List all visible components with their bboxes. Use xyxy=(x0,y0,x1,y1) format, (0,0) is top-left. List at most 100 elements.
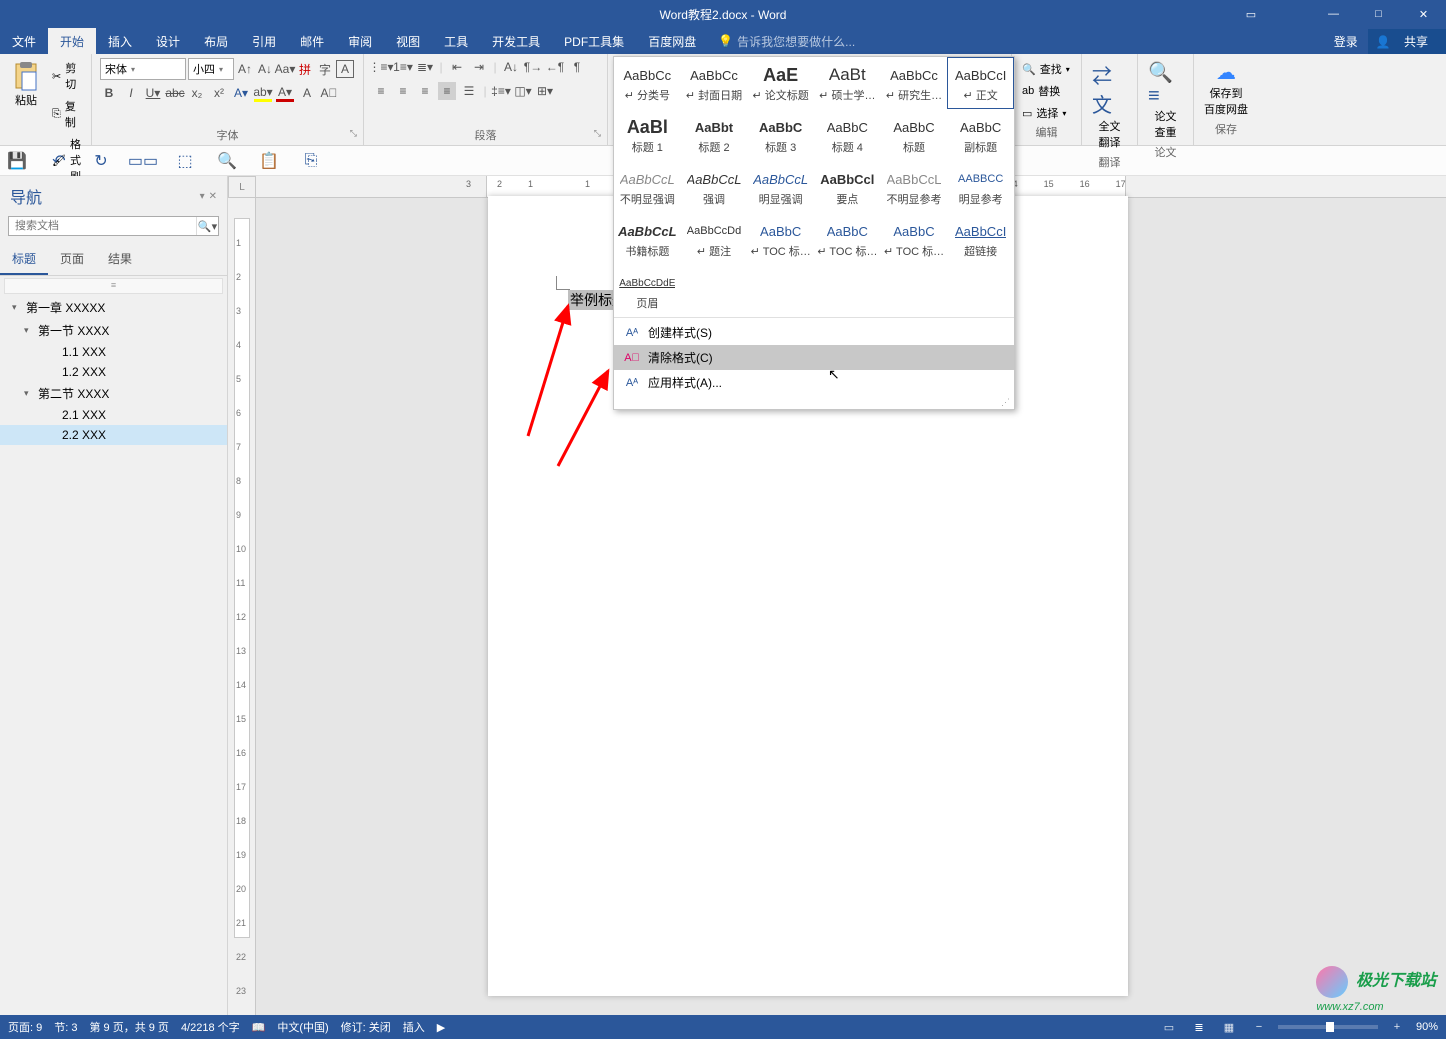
tab-mailings[interactable]: 邮件 xyxy=(288,28,336,54)
font-color-button[interactable]: A▾ xyxy=(276,84,294,102)
zoom-value[interactable]: 90% xyxy=(1416,1021,1438,1033)
increase-indent-button[interactable]: ⇥ xyxy=(470,58,488,76)
style-cell[interactable]: AaBt↵ 硕士学… xyxy=(814,57,881,109)
thesis-button[interactable]: 🔍≡ 论文 查重 xyxy=(1142,56,1189,144)
style-cell[interactable]: AaBbCc↵ 研究生… xyxy=(881,57,948,109)
vertical-ruler[interactable]: 123456789101112131415161718192021222324 xyxy=(228,198,256,1015)
tree-item[interactable]: ▾第一章 XXXXX xyxy=(0,296,227,319)
paragraph-launcher[interactable]: ⤡ xyxy=(594,128,601,139)
style-cell[interactable]: AaBbC↵ TOC 标… xyxy=(881,213,948,265)
view-read-icon[interactable]: ▭ xyxy=(1158,1021,1180,1034)
style-cell[interactable]: AaBbCcl要点 xyxy=(814,161,881,213)
style-cell[interactable]: AaBbCcI超链接 xyxy=(947,213,1014,265)
align-center-button[interactable]: ≡ xyxy=(394,82,412,100)
highlight-button[interactable]: ab▾ xyxy=(254,84,272,102)
enclose-char-button[interactable]: A xyxy=(336,60,354,78)
jump-to-top[interactable]: ≡ xyxy=(4,278,223,294)
resize-grip[interactable]: ⋰ xyxy=(614,397,1014,409)
sort-button[interactable]: A↓ xyxy=(502,58,520,76)
decrease-indent-button[interactable]: ⇤ xyxy=(448,58,466,76)
tree-item[interactable]: 1.2 XXX xyxy=(0,362,227,382)
tree-item[interactable]: ▾第二节 XXXX xyxy=(0,382,227,405)
tree-item[interactable]: 2.2 XXX xyxy=(0,425,227,445)
nav-close-icon[interactable]: ✕ xyxy=(209,191,217,202)
font-size-combo[interactable]: 小四▾ xyxy=(188,58,234,80)
tab-tools[interactable]: 工具 xyxy=(432,28,480,54)
qat-icon-3[interactable]: 🔍 xyxy=(218,152,236,170)
shrink-font-button[interactable]: A↓ xyxy=(256,60,274,78)
superscript-button[interactable]: x² xyxy=(210,84,228,102)
qat-icon-5[interactable]: ⎘ xyxy=(302,152,320,170)
tab-file[interactable]: 文件 xyxy=(0,28,48,54)
style-cell[interactable]: AaBl标题 1 xyxy=(614,109,681,161)
view-print-icon[interactable]: ≣ xyxy=(1188,1021,1210,1034)
qat-icon-1[interactable]: ▭▭ xyxy=(134,152,152,170)
style-cell[interactable]: AaBbC副标题 xyxy=(947,109,1014,161)
status-section[interactable]: 节: 3 xyxy=(54,1019,77,1035)
style-cell[interactable]: AaBbC标题 xyxy=(881,109,948,161)
baidu-save-button[interactable]: ☁ 保存到 百度网盘 xyxy=(1198,56,1254,121)
find-button[interactable]: 🔍查找▾ xyxy=(1020,58,1073,80)
style-cell[interactable]: AaBbCcL不明显强调 xyxy=(614,161,681,213)
nav-tab-results[interactable]: 结果 xyxy=(96,244,144,275)
styles-menu-item[interactable]: Aᴬ创建样式(S) xyxy=(614,320,1014,345)
maximize-button[interactable]: □ xyxy=(1356,0,1401,28)
shading-button[interactable]: ◫▾ xyxy=(514,82,532,100)
qat-icon-4[interactable]: 📋 xyxy=(260,152,278,170)
align-right-button[interactable]: ≡ xyxy=(416,82,434,100)
translate-button[interactable]: ⇄文 全文 翻译 xyxy=(1086,56,1133,154)
nav-dropdown-icon[interactable]: ▾ xyxy=(200,191,205,202)
nav-tab-headings[interactable]: 标题 xyxy=(0,244,48,275)
numbering-button[interactable]: 1≡▾ xyxy=(394,58,412,76)
underline-button[interactable]: U▾ xyxy=(144,84,162,102)
font-family-combo[interactable]: 宋体▾ xyxy=(100,58,186,80)
multilevel-button[interactable]: ≣▾ xyxy=(416,58,434,76)
grow-font-button[interactable]: A↑ xyxy=(236,60,254,78)
tab-developer[interactable]: 开发工具 xyxy=(480,28,552,54)
style-cell[interactable]: AaBbCc↵ 封面日期 xyxy=(681,57,748,109)
zoom-slider[interactable] xyxy=(1278,1025,1378,1029)
copy-button[interactable]: ⎘复制 xyxy=(48,96,87,132)
status-words[interactable]: 4/2218 个字 xyxy=(181,1019,240,1035)
nav-tab-pages[interactable]: 页面 xyxy=(48,244,96,275)
status-page-of[interactable]: 第 9 页，共 9 页 xyxy=(89,1019,168,1035)
tab-baidu[interactable]: 百度网盘 xyxy=(636,28,708,54)
subscript-button[interactable]: x₂ xyxy=(188,84,206,102)
style-cell[interactable]: AaBbCcI↵ 正文 xyxy=(947,57,1014,109)
style-cell[interactable]: AaBbC↵ TOC 标… xyxy=(747,213,814,265)
style-cell[interactable]: AaBbCcL书籍标题 xyxy=(614,213,681,265)
tree-item[interactable]: 1.1 XXX xyxy=(0,342,227,362)
style-cell[interactable]: AaBbCc↵ 分类号 xyxy=(614,57,681,109)
minimize-button[interactable]: — xyxy=(1311,0,1356,28)
style-cell[interactable]: AaBbC↵ TOC 标… xyxy=(814,213,881,265)
ruler-corner[interactable]: L xyxy=(228,176,256,198)
tab-layout[interactable]: 布局 xyxy=(192,28,240,54)
tab-design[interactable]: 设计 xyxy=(144,28,192,54)
style-cell[interactable]: AaBbC标题 4 xyxy=(814,109,881,161)
zoom-in-button[interactable]: + xyxy=(1386,1021,1408,1033)
rtl-button[interactable]: ←¶ xyxy=(546,58,564,76)
style-cell[interactable]: AaBbCcL不明显参考 xyxy=(881,161,948,213)
style-cell[interactable]: AaBbCcDdE页眉 xyxy=(614,265,681,317)
style-cell[interactable]: AABBCC明显参考 xyxy=(947,161,1014,213)
replace-button[interactable]: ab替换 xyxy=(1020,80,1073,102)
close-button[interactable]: ✕ xyxy=(1401,0,1446,28)
justify-button[interactable]: ≡ xyxy=(438,82,456,100)
tab-references[interactable]: 引用 xyxy=(240,28,288,54)
share-button[interactable]: 👤 共享 xyxy=(1368,29,1446,54)
status-page[interactable]: 页面: 9 xyxy=(8,1019,42,1035)
view-web-icon[interactable]: ▦ xyxy=(1218,1021,1240,1034)
distribute-button[interactable]: ☰ xyxy=(460,82,478,100)
tab-home[interactable]: 开始 xyxy=(48,28,96,54)
tree-item[interactable]: ▾第一节 XXXX xyxy=(0,319,227,342)
cut-button[interactable]: ✂剪切 xyxy=(48,58,87,94)
phonetic-button[interactable]: 拼 xyxy=(296,60,314,78)
italic-button[interactable]: I xyxy=(122,84,140,102)
styles-menu-item[interactable]: A⃠清除格式(C) xyxy=(614,345,1014,370)
tab-review[interactable]: 审阅 xyxy=(336,28,384,54)
paste-button[interactable]: 粘贴 xyxy=(4,56,48,112)
search-input[interactable] xyxy=(9,217,196,235)
char-shading-button[interactable]: A xyxy=(298,84,316,102)
bold-button[interactable]: B xyxy=(100,84,118,102)
char-border-button[interactable]: 字 xyxy=(316,60,334,78)
